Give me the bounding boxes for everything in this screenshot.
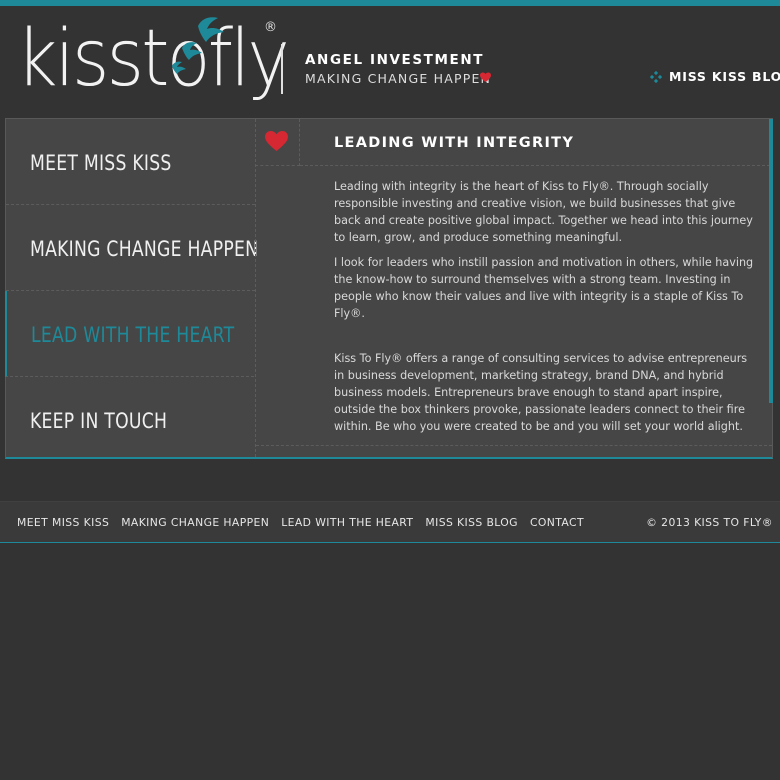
content-divider [256, 445, 772, 446]
sidebar-divider [255, 119, 256, 457]
article-title-row: LEADING WITH INTEGRITY [300, 119, 770, 166]
article-paragraph: Kiss To Fly® offers a range of consultin… [334, 352, 748, 433]
heart-cell [255, 119, 300, 166]
sidebar-item-making-change-happen[interactable]: MAKING CHANGE HAPPEN [6, 205, 259, 291]
article-paragraph: I look for leaders who instill passion a… [334, 256, 754, 320]
sidebar-item-meet-miss-kiss[interactable]: MEET MISS KISS [6, 119, 255, 205]
blog-link-label: MISS KISS BLOG [669, 69, 780, 84]
sidebar-item-label: MAKING CHANGE HAPPEN [30, 237, 259, 261]
top-accent-bar [0, 0, 780, 6]
copyright: © 2013 KISS TO FLY® [646, 516, 773, 529]
footer-link-contact[interactable]: CONTACT [530, 516, 584, 529]
sidebar-nav: MEET MISS KISS MAKING CHANGE HAPPEN LEAD… [5, 119, 259, 457]
tagline-secondary: MAKING CHANGE HAPPEN [305, 71, 492, 86]
teal-diamond-cross-icon [650, 70, 662, 83]
logo-wordmark: kisstofly [16, 14, 290, 104]
sidebar-item-lead-with-the-heart[interactable]: LEAD WITH THE HEART [5, 291, 254, 377]
sidebar-item-label: LEAD WITH THE HEART [31, 323, 235, 347]
sidebar-item-label: MEET MISS KISS [30, 151, 172, 175]
article-title: LEADING WITH INTEGRITY [334, 135, 575, 151]
sidebar-item-label: KEEP IN TOUCH [30, 409, 168, 433]
header-divider [281, 44, 283, 94]
footer-link-making-change-happen[interactable]: MAKING CHANGE HAPPEN [121, 516, 269, 529]
sidebar-item-keep-in-touch[interactable]: KEEP IN TOUCH [6, 377, 255, 463]
kisstofly-logo[interactable]: kisstofly ® [16, 12, 290, 112]
content-scrollbar[interactable] [769, 119, 773, 403]
article-content: Leading with integrity is the heart of K… [334, 178, 758, 443]
heart-icon [480, 72, 491, 83]
main-panel: MEET MISS KISS MAKING CHANGE HAPPEN LEAD… [5, 118, 773, 459]
footer-link-meet-miss-kiss[interactable]: MEET MISS KISS [17, 516, 109, 529]
footer: MEET MISS KISS MAKING CHANGE HAPPEN LEAD… [0, 501, 780, 543]
miss-kiss-blog-link[interactable]: MISS KISS BLOG [650, 69, 780, 84]
article-paragraph: Leading with integrity is the heart of K… [334, 180, 753, 244]
footer-nav: MEET MISS KISS MAKING CHANGE HAPPEN LEAD… [17, 516, 584, 529]
footer-link-miss-kiss-blog[interactable]: MISS KISS BLOG [425, 516, 518, 529]
birds-icon [172, 17, 224, 74]
tagline-primary: ANGEL INVESTMENT [305, 52, 485, 68]
footer-link-lead-with-the-heart[interactable]: LEAD WITH THE HEART [281, 516, 413, 529]
heart-icon [265, 131, 288, 152]
registered-mark: ® [264, 20, 277, 35]
